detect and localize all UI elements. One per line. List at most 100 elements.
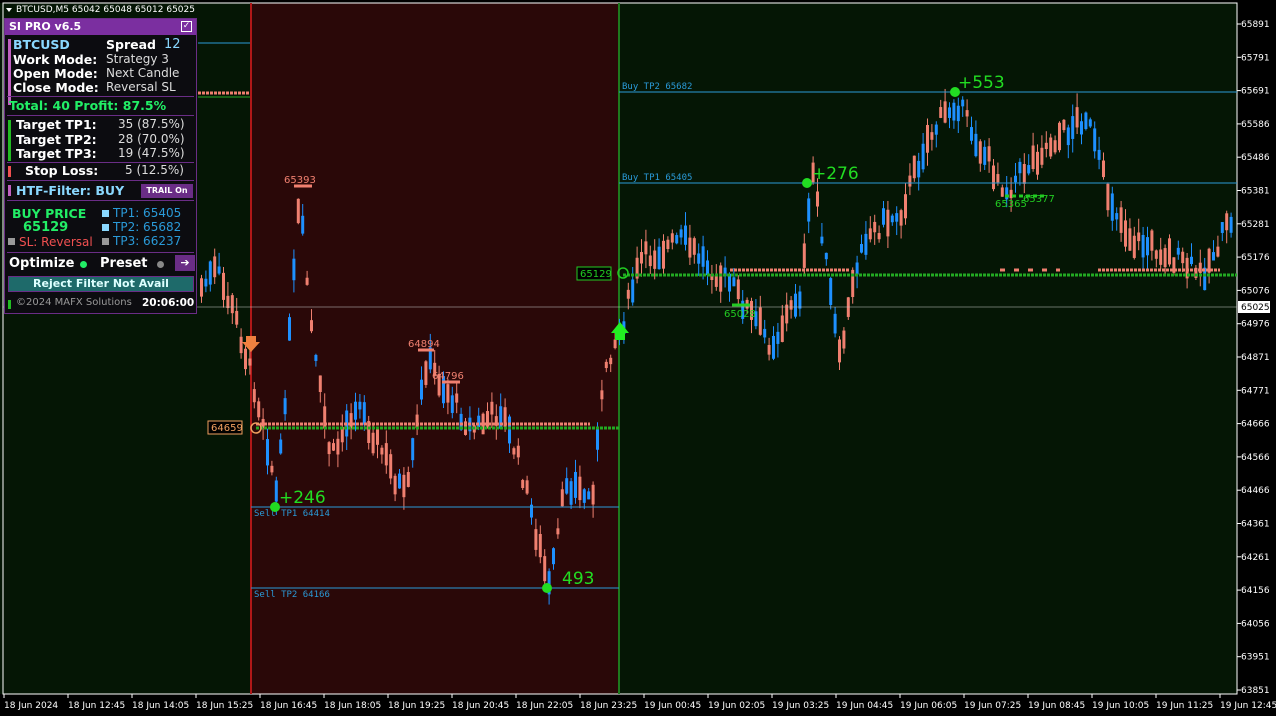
work-mode-value[interactable]: Strategy 3 [106,52,169,66]
close-mode-value[interactable]: Reversal SL [106,80,176,94]
preset-status-icon [157,261,164,268]
candle-body [1022,163,1026,184]
candle-body [1150,230,1154,251]
candle-body [490,401,494,415]
candle-body [1141,234,1145,258]
price-tick-label: 64261 [1241,553,1270,563]
targets-section-bar [8,120,11,161]
price-tick-label: 64666 [1241,420,1270,430]
price-tick-label: 64976 [1241,320,1270,330]
candle-body [208,261,212,285]
candle-body [1005,187,1009,200]
candle-body [569,481,573,505]
candle-body [362,402,366,425]
swing-label-64894: 64894 [408,339,440,350]
candle-body [1146,237,1149,256]
sell-tp2-label: Sell TP2 64166 [254,590,330,600]
price-tick-label: 64156 [1241,586,1270,596]
candle-body [833,313,837,334]
sl-label: Stop Loss: [25,163,99,178]
candle-body [239,336,243,354]
candle-body [899,210,903,226]
candle-body [679,229,683,238]
candle-body [868,228,872,240]
candle-body [956,105,960,122]
candle-body [217,266,221,274]
candle-body [574,471,577,498]
time-tick-label: 19 Jun 00:45 [644,701,701,711]
reject-filter-button[interactable]: Reject Filter Not Avail [8,276,194,292]
candle-body [1080,121,1083,135]
candle-body [965,110,969,117]
optimize-label[interactable]: Optimize [9,256,74,271]
price-tick-label: 64871 [1241,353,1270,363]
price-axis: 65891 65791 65691 65586 65486 65381 65281 65176… [1237,20,1270,696]
tp3-square-icon [102,238,109,245]
candle-body [318,375,322,392]
buy-entry-label: 65129 [580,269,612,280]
candle-body [424,361,428,385]
sell-tp1-label: Sell TP1 64414 [254,509,330,519]
candle-body [516,445,520,458]
time-tick-label: 19 Jun 12:45 [1220,701,1276,711]
panel-divider [7,96,194,97]
candle-body [807,198,811,222]
candle-body [402,474,406,498]
candle-body [1212,252,1215,261]
candle-body [349,413,353,429]
profit-label-246: +246 [279,488,326,508]
candle-body [763,328,767,338]
candle-body [534,529,538,550]
total-profit: Total: 40 Profit: 87.5% [9,98,167,113]
candle-body [552,548,555,565]
candle-body [1119,207,1123,233]
profit-label-276: +276 [812,164,859,184]
price-tick-label: 64361 [1241,520,1270,530]
candle-body [226,295,230,309]
panel-title: SI PRO v6.5 [9,20,82,33]
sl-value: 5 (12.5%) [125,163,184,177]
candle-body [560,489,564,507]
candle-body [1216,246,1220,257]
candle-body [1027,165,1031,174]
candle-body [640,252,643,264]
candle-body [798,291,802,309]
candle-body [301,215,305,234]
candle-body [952,102,956,121]
candle-body [860,244,863,253]
arrow-right-button-icon[interactable]: ➔ [175,255,195,271]
panel-minimize-checkbox-icon[interactable]: ✓ [181,21,192,32]
candle-body [446,384,450,403]
work-mode-label: Work Mode: [13,52,98,67]
candle-body [222,272,225,300]
panel-divider [7,180,194,181]
candle-body [904,194,907,219]
candle-body [1093,128,1097,152]
trail-button[interactable]: TRAIL On [141,184,193,198]
candle-body [450,395,454,413]
candle-body [398,473,401,489]
candle-body [252,389,256,403]
candle-body [296,198,300,224]
candle-body [1053,140,1057,153]
current-price-label: 65025 [1241,303,1270,313]
time-tick-label: 19 Jun 10:05 [1092,701,1149,711]
time-tick-label: 18 Jun 12:45 [68,701,125,711]
candle-body [1163,248,1167,268]
candle-body [829,278,833,305]
candle-body [657,246,661,270]
preset-label[interactable]: Preset [100,256,148,271]
candle-body [266,439,269,466]
price-tick-label: 65486 [1241,153,1270,163]
candle-body [732,277,736,287]
candle-body [596,427,599,450]
tp1-square-icon [102,210,109,217]
candle-body [235,310,239,325]
candle-body [371,432,375,454]
candle-body [948,107,951,118]
candle-body [820,236,824,244]
candle-body [354,401,357,420]
open-mode-value[interactable]: Next Candle [106,66,179,80]
candle-body [864,233,868,255]
candle-body [816,191,819,207]
